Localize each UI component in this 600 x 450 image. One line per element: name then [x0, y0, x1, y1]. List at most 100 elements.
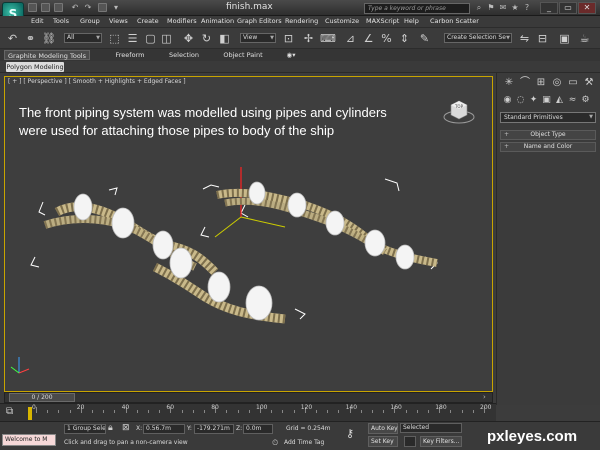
align-icon[interactable]: ⊟ — [536, 32, 549, 45]
lock-selection-icon[interactable]: 🔒︎ — [108, 423, 119, 434]
auto-key-mode-dropdown[interactable]: Selected — [400, 423, 462, 433]
named-selection-dropdown[interactable]: Create Selection Se ▼ — [444, 33, 512, 43]
menu-views[interactable]: Views — [109, 16, 128, 27]
display-panel-icon[interactable]: ▭ — [567, 77, 579, 89]
set-key-button[interactable]: Set Key — [368, 436, 398, 447]
y-coordinate-field[interactable]: -179.271m — [194, 424, 234, 434]
menu-modifiers[interactable]: Modifiers — [167, 16, 197, 27]
new-file-icon[interactable] — [28, 3, 37, 12]
space-warps-icon[interactable]: ≈ — [567, 95, 578, 106]
primitive-type-dropdown[interactable]: Standard Primitives ▼ — [500, 112, 596, 123]
cameras-icon[interactable]: ▣ — [541, 95, 552, 106]
unlink-icon[interactable]: ⛓ — [42, 32, 56, 45]
rollout-object-type[interactable]: + Object Type — [500, 130, 596, 140]
ribbon-options-icon[interactable]: ◉▾ — [284, 50, 298, 60]
spinner-snap-icon[interactable]: ⇕ — [398, 32, 411, 45]
rotate-icon[interactable]: ↻ — [200, 32, 213, 45]
save-file-icon[interactable] — [54, 3, 63, 12]
select-and-link-icon[interactable]: ⚭ — [24, 32, 37, 45]
modify-panel-icon[interactable]: ⌒ — [519, 77, 531, 89]
undo-toolbar-icon[interactable]: ↶ — [6, 32, 19, 45]
scale-icon[interactable]: ◧ — [218, 32, 231, 45]
geometry-icon[interactable]: ◉ — [502, 95, 513, 106]
selection-filter-dropdown[interactable]: All ▼ — [64, 33, 102, 43]
chevron-right-icon[interactable]: › — [483, 393, 486, 401]
menu-rendering[interactable]: Rendering — [285, 16, 318, 27]
open-file-icon[interactable] — [41, 3, 50, 12]
subscription-icon[interactable]: ⚑ — [486, 3, 496, 13]
window-crossing-icon[interactable]: ◫ — [160, 32, 173, 45]
set-key-mode-icon[interactable] — [404, 436, 416, 447]
communication-icon[interactable]: ✉ — [498, 3, 508, 13]
pipe-system-right[interactable] — [216, 181, 438, 270]
menu-edit[interactable]: Edit — [31, 16, 44, 27]
minimize-button[interactable]: _ — [540, 2, 558, 14]
systems-icon[interactable]: ⚙ — [580, 95, 591, 106]
z-coordinate-field[interactable]: 0.0m — [243, 424, 273, 434]
menu-help[interactable]: Help — [404, 16, 419, 27]
angle-snap-icon[interactable]: ∠ — [362, 32, 375, 45]
key-filters-button[interactable]: Key Filters... — [420, 436, 462, 447]
edit-named-selection-icon[interactable]: ✎ — [418, 32, 431, 45]
render-setup-icon[interactable]: ▣ — [558, 32, 571, 45]
redo-icon[interactable]: ↷ — [83, 3, 93, 13]
tab-object-paint[interactable]: Object Paint — [218, 50, 268, 60]
menu-maxscript[interactable]: MAXScript — [366, 16, 399, 27]
rectangular-selection-icon[interactable]: ▢ — [144, 32, 157, 45]
move-icon[interactable]: ✥ — [182, 32, 195, 45]
lights-icon[interactable]: ✦ — [528, 95, 539, 106]
hierarchy-panel-icon[interactable]: ⊞ — [535, 77, 547, 89]
menu-tools[interactable]: Tools — [53, 16, 69, 27]
utilities-panel-icon[interactable]: ⚒ — [583, 77, 595, 89]
x-coordinate-field[interactable]: 0.56.7m — [143, 424, 185, 434]
menu-graph-editors[interactable]: Graph Editors — [237, 16, 282, 27]
track-bar[interactable]: ⧉ 0 20 40 60 80 100 120 140 160 180 200 — [0, 403, 496, 421]
favorites-icon[interactable]: ★ — [510, 3, 520, 13]
absolute-mode-icon[interactable]: ⊠ — [122, 423, 133, 434]
search-icon[interactable]: ⌕ — [474, 3, 484, 13]
viewport-label[interactable]: [ + ] [ Perspective ] [ Smooth + Highlig… — [8, 78, 186, 85]
maximize-button[interactable]: ▭ — [559, 2, 577, 14]
mini-curve-editor-icon[interactable]: ⧉ — [6, 406, 18, 418]
project-folder-icon[interactable] — [98, 3, 107, 12]
perspective-viewport[interactable]: [ + ] [ Perspective ] [ Smooth + Highlig… — [4, 76, 493, 392]
time-slider[interactable]: 0 / 200 › — [4, 392, 493, 403]
pipe-system-left[interactable] — [43, 193, 286, 324]
manipulate-icon[interactable]: ✢ — [302, 32, 315, 45]
tab-polygon-modeling[interactable]: Polygon Modeling — [6, 62, 64, 72]
add-time-tag[interactable]: Add Time Tag — [284, 439, 324, 446]
helpers-icon[interactable]: ◭ — [554, 95, 565, 106]
time-slider-thumb[interactable]: 0 / 200 — [9, 393, 75, 402]
percent-snap-icon[interactable]: % — [380, 32, 393, 45]
tab-graphite-modeling-tools[interactable]: Graphite Modeling Tools — [4, 50, 90, 60]
auto-key-button[interactable]: Auto Key — [368, 423, 398, 434]
tab-freeform[interactable]: Freeform — [108, 50, 152, 60]
menu-carbon-scatter[interactable]: Carbon Scatter — [430, 16, 479, 27]
chevron-down-icon[interactable]: ▾ — [111, 3, 121, 13]
help-icon[interactable]: ? — [522, 3, 532, 13]
menu-customize[interactable]: Customize — [325, 16, 359, 27]
rollout-name-and-color[interactable]: + Name and Color — [500, 142, 596, 152]
menu-group[interactable]: Group — [80, 16, 100, 27]
motion-panel-icon[interactable]: ◎ — [551, 77, 563, 89]
snaps-toggle-icon[interactable]: ⊿ — [344, 32, 357, 45]
create-panel-icon[interactable]: ✳ — [503, 77, 515, 89]
search-input[interactable]: Type a keyword or phrase — [364, 3, 470, 14]
reference-coordinate-dropdown[interactable]: View ▼ — [240, 33, 276, 43]
keyboard-shortcut-icon[interactable]: ⌨ — [320, 32, 336, 45]
close-button[interactable]: ✕ — [578, 2, 596, 14]
shapes-icon[interactable]: ◌ — [515, 95, 526, 106]
mirror-icon[interactable]: ⇋ — [518, 32, 531, 45]
maxscript-listener[interactable]: Welcome to M — [2, 434, 56, 446]
key-icon[interactable]: ⚷ — [346, 428, 364, 440]
select-object-icon[interactable]: ⬚ — [108, 32, 121, 45]
viewcube-icon[interactable]: TOP — [443, 99, 475, 125]
undo-icon[interactable]: ↶ — [70, 3, 80, 13]
menu-animation[interactable]: Animation — [201, 16, 234, 27]
time-tag-icon[interactable]: ⏲ — [272, 438, 282, 448]
tab-selection[interactable]: Selection — [160, 50, 208, 60]
select-by-name-icon[interactable]: ☰ — [126, 32, 139, 45]
menu-create[interactable]: Create — [137, 16, 159, 27]
render-icon[interactable]: ☕ — [578, 32, 591, 45]
pivot-center-icon[interactable]: ⊡ — [282, 32, 295, 45]
